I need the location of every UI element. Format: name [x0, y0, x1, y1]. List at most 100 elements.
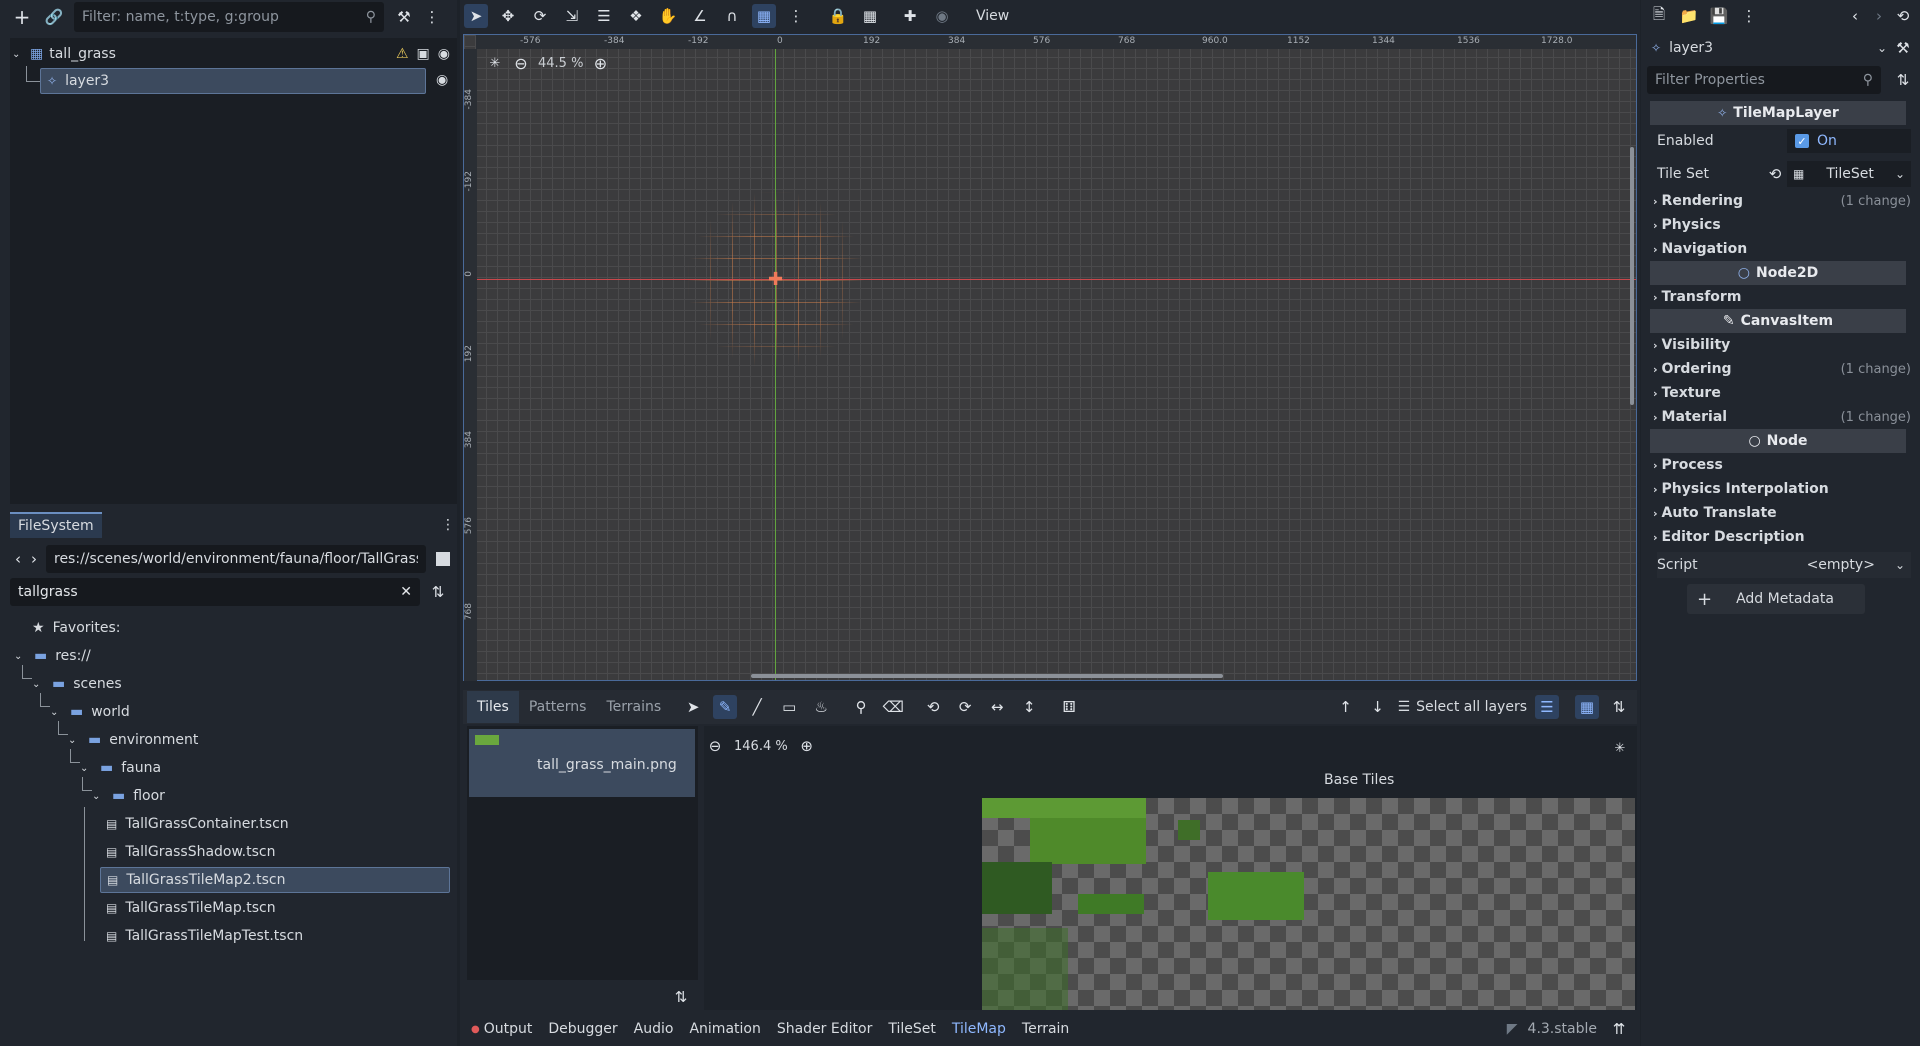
section-process[interactable]: › Process — [1653, 453, 1911, 477]
history-icon[interactable]: ⟲ — [1891, 4, 1915, 28]
bucket-tool-icon[interactable]: ♨ — [809, 695, 833, 719]
scale-tool-icon[interactable]: ⇲ — [560, 4, 584, 28]
enabled-checkbox[interactable]: ✓ On — [1787, 129, 1911, 153]
folder-item-environment[interactable]: ⌄ ▬ environment — [68, 727, 198, 753]
grass-tile[interactable] — [1178, 820, 1200, 840]
tab-tileset[interactable]: TileSet — [880, 1021, 944, 1037]
camera-override-icon[interactable]: ◉ — [930, 4, 954, 28]
expand-panel-icon[interactable]: ⇈ — [1607, 1017, 1631, 1041]
smart-snap-icon[interactable]: ∩ — [720, 4, 744, 28]
flip-horizontal-icon[interactable]: ↔ — [985, 695, 1009, 719]
tab-animation[interactable]: Animation — [681, 1021, 768, 1037]
tab-output[interactable]: Output — [480, 1021, 541, 1037]
tile-source-item[interactable]: tall_grass_main.png — [469, 729, 695, 797]
split-mode-icon[interactable] — [436, 552, 450, 566]
new-resource-icon[interactable]: 🗎 — [1647, 4, 1671, 28]
file-item[interactable]: ▤ TallGrassTileMapTest.tscn — [106, 923, 303, 949]
chevron-down-icon[interactable]: ⌄ — [1895, 558, 1905, 572]
center-view-icon[interactable]: ✳ — [1608, 736, 1632, 760]
horizontal-scrollbar[interactable] — [751, 674, 1223, 678]
pan-tool-icon[interactable]: ✋ — [656, 4, 680, 28]
section-editor-description[interactable]: › Editor Description — [1653, 525, 1911, 549]
eraser-tool-icon[interactable]: ⌫ — [881, 695, 905, 719]
chevron-down-icon[interactable]: ⌄ — [12, 49, 26, 60]
tab-terrains[interactable]: Terrains — [596, 691, 671, 723]
next-layer-icon[interactable]: ↓ — [1366, 695, 1390, 719]
tab-audio[interactable]: Audio — [626, 1021, 682, 1037]
save-icon[interactable]: 💾 — [1707, 4, 1731, 28]
pivot-tool-icon[interactable]: ❖ — [624, 4, 648, 28]
ruler-tool-icon[interactable]: ∠ — [688, 4, 712, 28]
chevron-down-icon[interactable]: ⌄ — [92, 791, 106, 802]
random-tile-icon[interactable]: ⚅ — [1057, 695, 1081, 719]
chevron-down-icon[interactable]: ⌄ — [68, 735, 82, 746]
add-node-icon[interactable]: + — [10, 5, 34, 29]
filter-properties-input[interactable]: Filter Properties ⚲ — [1647, 66, 1881, 94]
scene-filter-input[interactable]: Filter: name, t:type, g:group ⚲ — [74, 2, 384, 32]
instance-scene-icon[interactable]: ⚒ — [392, 5, 416, 29]
zoom-in-icon[interactable]: ⊕ — [591, 51, 609, 75]
chevron-down-icon[interactable]: ⌄ — [80, 763, 94, 774]
grass-tile[interactable] — [1208, 872, 1304, 920]
add-metadata-button[interactable]: + Add Metadata — [1687, 584, 1865, 614]
previous-layer-icon[interactable]: ↑ — [1334, 695, 1358, 719]
tile-atlas-view[interactable]: ⊖ 146.4 % ⊕ ✳ Base Tiles — [704, 726, 1637, 1010]
inspector-object-selector[interactable]: ✧ layer3 ⌄ — [1647, 35, 1887, 61]
grass-tile[interactable] — [982, 928, 1068, 1010]
file-item[interactable]: ▤ TallGrassShadow.tscn — [106, 839, 275, 865]
zoom-out-icon[interactable]: ⊖ — [706, 734, 724, 758]
highlight-layer-icon[interactable]: ☰ — [1535, 695, 1559, 719]
visibility-eye-icon[interactable]: ◉ — [436, 72, 448, 88]
warning-icon[interactable]: ⚠ — [396, 46, 409, 62]
object-properties-icon[interactable]: ⚒ — [1891, 36, 1915, 60]
select-all-layers-button[interactable]: ☰ Select all layers — [1398, 699, 1527, 715]
move-tool-icon[interactable]: ✥ — [496, 4, 520, 28]
filesystem-search-input[interactable]: tallgrass ✕ — [10, 578, 420, 606]
file-item-selected[interactable]: ▤ TallGrassTileMap2.tscn — [100, 867, 450, 893]
picker-tool-icon[interactable]: ⚲ — [849, 695, 873, 719]
zoom-out-icon[interactable]: ⊖ — [512, 51, 530, 75]
zoom-in-icon[interactable]: ⊕ — [798, 734, 816, 758]
group-icon[interactable]: ▦ — [858, 4, 882, 28]
folder-item-floor[interactable]: ⌄ ▬ floor — [92, 783, 165, 809]
section-material[interactable]: › Material (1 change) — [1653, 405, 1911, 429]
tab-debugger[interactable]: Debugger — [540, 1021, 625, 1037]
sort-icon[interactable]: ⇅ — [426, 580, 450, 604]
grass-tile[interactable] — [1078, 894, 1144, 914]
section-physics[interactable]: › Physics — [1653, 213, 1911, 237]
line-tool-icon[interactable]: ╱ — [745, 695, 769, 719]
file-item[interactable]: ▤ TallGrassContainer.tscn — [106, 811, 289, 837]
vertical-scrollbar[interactable] — [1630, 147, 1634, 405]
rotate-left-icon[interactable]: ⟲ — [921, 695, 945, 719]
tab-tilemap[interactable]: TileMap — [944, 1021, 1014, 1037]
node-group-icon[interactable]: ▣ — [417, 46, 430, 62]
tab-tiles[interactable]: Tiles — [467, 691, 519, 723]
section-visibility[interactable]: › Visibility — [1653, 333, 1911, 357]
sort-icon[interactable]: ⇅ — [669, 985, 693, 1009]
tab-filesystem[interactable]: FileSystem — [10, 512, 102, 538]
section-physics-interpolation[interactable]: › Physics Interpolation — [1653, 477, 1911, 501]
grid-snap-icon[interactable]: ▦ — [752, 4, 776, 28]
lock-icon[interactable]: 🔒 — [826, 4, 850, 28]
visibility-eye-icon[interactable]: ◉ — [438, 46, 450, 62]
history-back-icon[interactable]: ‹ — [1843, 4, 1867, 28]
section-rendering[interactable]: › Rendering (1 change) — [1653, 189, 1911, 213]
center-view-icon[interactable]: ✳ — [486, 51, 504, 75]
grass-tile[interactable] — [1030, 818, 1146, 864]
rect-tool-icon[interactable]: ▭ — [777, 695, 801, 719]
section-auto-translate[interactable]: › Auto Translate — [1653, 501, 1911, 525]
zoom-level[interactable]: 44.5 % — [538, 56, 583, 71]
tab-terrain[interactable]: Terrain — [1014, 1021, 1077, 1037]
section-navigation[interactable]: › Navigation — [1653, 237, 1911, 261]
list-select-icon[interactable]: ☰ — [592, 4, 616, 28]
folder-item-fauna[interactable]: ⌄ ▬ fauna — [80, 755, 161, 781]
tileset-resource-picker[interactable]: ▦ TileSet ⌄ — [1787, 161, 1911, 187]
grid-toggle-icon[interactable]: ▦ — [1575, 695, 1599, 719]
tools-menu-icon[interactable]: ⇅ — [1607, 695, 1631, 719]
property-options-icon[interactable]: ⇅ — [1891, 68, 1915, 92]
forward-arrow-icon[interactable]: › — [26, 547, 42, 571]
section-texture[interactable]: › Texture — [1653, 381, 1911, 405]
tree-node-layer3[interactable]: ✧ layer3 — [40, 68, 426, 94]
rotate-tool-icon[interactable]: ⟳ — [528, 4, 552, 28]
path-field[interactable]: res://scenes/world/environment/fauna/flo… — [46, 545, 426, 573]
